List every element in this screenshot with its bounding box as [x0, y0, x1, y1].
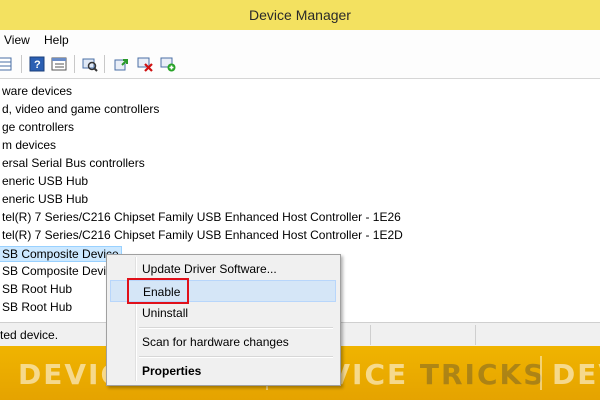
tree-item[interactable]: eneric USB Hub: [2, 172, 88, 190]
enable-device-icon[interactable]: [160, 56, 176, 72]
watermark-logo: DEVICE: [552, 358, 600, 391]
toolbar-separator: [21, 55, 22, 73]
menu-item-label: Update Driver Software...: [142, 262, 277, 276]
tree-item[interactable]: tel(R) 7 Series/C216 Chipset Family USB …: [2, 226, 403, 244]
menu-item-uninstall[interactable]: Uninstall: [110, 302, 336, 324]
tree-item[interactable]: SB Root Hub: [2, 298, 72, 316]
menu-item-label: Properties: [142, 364, 202, 378]
menu-separator: [139, 356, 333, 358]
window-title: Device Manager: [249, 7, 351, 23]
watermark-divider: [540, 356, 542, 390]
enable-highlight-box: [127, 278, 189, 304]
tree-item[interactable]: ersal Serial Bus controllers: [2, 154, 145, 172]
context-menu: Update Driver Software... Enable Uninsta…: [106, 254, 341, 386]
tree-item[interactable]: m devices: [2, 136, 56, 154]
tree-item[interactable]: SB Composite Device: [2, 262, 119, 280]
status-text: ted device.: [0, 328, 59, 342]
tree-item[interactable]: ware devices: [2, 82, 72, 100]
update-driver-icon[interactable]: [113, 56, 129, 72]
menu-item-update-driver[interactable]: Update Driver Software...: [110, 258, 336, 280]
menu-item-label: Scan for hardware changes: [142, 335, 289, 349]
selected-device-label[interactable]: SB Composite Device: [0, 246, 122, 262]
tree-item[interactable]: eneric USB Hub: [2, 190, 88, 208]
tree-item[interactable]: SB Root Hub: [2, 280, 72, 298]
menu-bar: View Help: [0, 30, 600, 51]
help-icon[interactable]: ?: [29, 56, 45, 72]
menu-separator: [139, 327, 333, 329]
tree-item-selected[interactable]: SB Composite Device: [0, 245, 122, 263]
status-divider: [475, 325, 476, 345]
svg-text:?: ?: [34, 59, 41, 71]
view-list-icon[interactable]: [51, 56, 67, 72]
menu-help[interactable]: Help: [44, 33, 69, 47]
tree-item[interactable]: d, video and game controllers: [2, 100, 159, 118]
menu-item-label: Uninstall: [142, 306, 189, 320]
tree-item[interactable]: ge controllers: [2, 118, 74, 136]
uninstall-icon[interactable]: [137, 56, 153, 72]
toolbar-separator: [74, 55, 75, 73]
toolbar-separator: [104, 55, 105, 73]
tree-item[interactable]: tel(R) 7 Series/C216 Chipset Family USB …: [2, 208, 401, 226]
menu-item-scan[interactable]: Scan for hardware changes: [110, 331, 336, 353]
scan-hardware-icon[interactable]: [82, 56, 98, 72]
title-bar: Device Manager: [0, 0, 600, 30]
menu-view[interactable]: View: [4, 33, 30, 47]
properties-grid-icon[interactable]: [0, 56, 12, 72]
menu-item-properties[interactable]: Properties: [110, 360, 336, 382]
status-divider: [370, 325, 371, 345]
toolbar: ?: [0, 51, 600, 79]
